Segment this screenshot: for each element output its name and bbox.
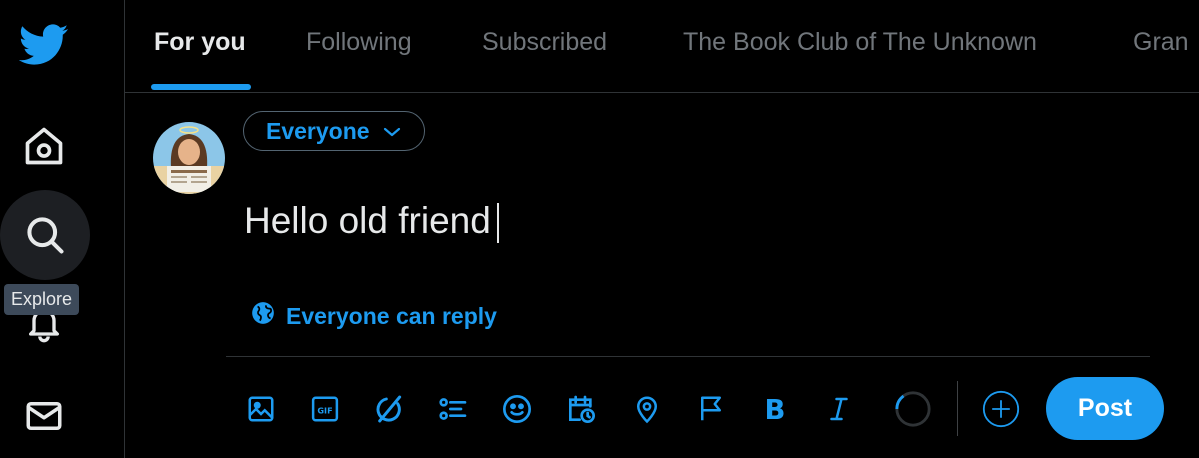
flag-icon[interactable] xyxy=(692,390,730,428)
twitter-logo-icon[interactable] xyxy=(14,18,74,72)
avatar[interactable] xyxy=(153,122,225,194)
text-caret xyxy=(496,203,499,244)
tab-following[interactable]: Following xyxy=(306,28,412,57)
poll-icon[interactable] xyxy=(434,390,472,428)
active-tab-indicator xyxy=(151,84,251,90)
chevron-down-icon xyxy=(382,118,402,145)
reply-setting-button[interactable]: Everyone can reply xyxy=(250,300,497,332)
toolbar-separator xyxy=(957,381,958,436)
audience-label: Everyone xyxy=(266,117,370,144)
compose-text: Hello old friend xyxy=(244,200,491,241)
timeline-tabs: For you Following Subscribed The Book Cl… xyxy=(125,0,1199,93)
sidebar-nav: Explore xyxy=(0,0,125,458)
mail-icon[interactable] xyxy=(14,386,74,446)
globe-icon xyxy=(250,300,276,332)
tweet-compose-input[interactable]: Hello old friend xyxy=(244,200,499,244)
char-counter-icon xyxy=(894,390,932,428)
bold-icon[interactable]: B xyxy=(756,390,794,428)
tab-subscribed[interactable]: Subscribed xyxy=(482,28,607,57)
tab-book-club[interactable]: The Book Club of The Unknown xyxy=(683,28,1037,57)
tab-for-you[interactable]: For you xyxy=(154,28,246,57)
composer-divider xyxy=(226,356,1150,357)
search-icon[interactable] xyxy=(0,190,90,280)
image-icon[interactable] xyxy=(242,390,280,428)
grok-icon[interactable] xyxy=(370,390,408,428)
add-post-icon[interactable] xyxy=(982,390,1020,428)
gif-icon[interactable]: GIF xyxy=(306,390,344,428)
explore-tooltip: Explore xyxy=(4,284,80,315)
post-button[interactable]: Post xyxy=(1046,377,1164,440)
home-icon[interactable] xyxy=(14,116,74,176)
svg-text:GIF: GIF xyxy=(317,405,332,415)
audience-selector[interactable]: Everyone xyxy=(243,111,425,151)
reply-setting-label: Everyone can reply xyxy=(286,302,497,329)
tab-gran[interactable]: Gran xyxy=(1133,28,1189,57)
emoji-icon[interactable] xyxy=(498,390,536,428)
italic-icon[interactable] xyxy=(820,390,858,428)
location-icon[interactable] xyxy=(628,390,666,428)
schedule-icon[interactable] xyxy=(562,390,600,428)
svg-text:B: B xyxy=(765,394,786,424)
